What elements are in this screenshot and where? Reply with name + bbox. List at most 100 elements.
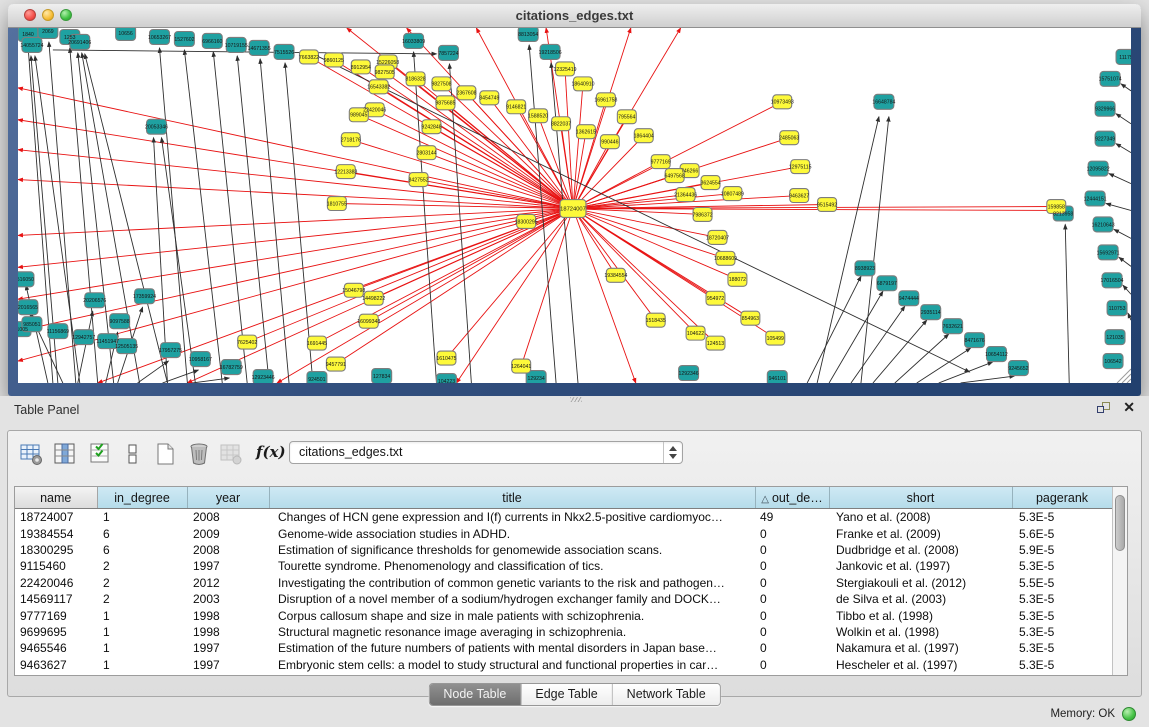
table-row[interactable]: 911546021997Tourette syndrome. Phenomeno… (15, 558, 1112, 574)
table-chooser-dropdown[interactable]: citations_edges.txt (289, 441, 683, 464)
black-edge[interactable] (159, 48, 187, 383)
graph-node-label: 9463627 (789, 193, 809, 199)
table-cell: 1 (97, 657, 187, 673)
black-edge[interactable] (1116, 114, 1131, 124)
show-columns-icon[interactable] (52, 441, 78, 467)
table-row[interactable]: 1938455462009Genome-wide association stu… (15, 525, 1112, 541)
table-row[interactable]: 946362711997Embryonic stem cells: a mode… (15, 657, 1112, 673)
black-edge[interactable] (551, 63, 578, 383)
graph-node-label: 19218506 (539, 50, 562, 56)
black-edge[interactable] (78, 311, 93, 383)
black-edge[interactable] (961, 376, 1015, 383)
table-cell: 1 (97, 624, 187, 640)
black-edge[interactable] (449, 64, 471, 383)
black-edge[interactable] (851, 306, 905, 383)
row-height-icon[interactable] (120, 441, 146, 467)
red-edge[interactable] (573, 208, 616, 275)
window-titlebar[interactable]: citations_edges.txt (8, 4, 1141, 28)
black-edge[interactable] (285, 63, 313, 383)
red-edge[interactable] (18, 208, 573, 267)
new-column-icon[interactable] (152, 441, 178, 467)
network-canvas[interactable]: 1840206912531405572420691406106561065326… (18, 28, 1131, 383)
memory-status-icon[interactable] (1122, 707, 1136, 721)
close-panel-icon[interactable]: ✕ (1123, 399, 1135, 416)
red-edge[interactable] (573, 208, 696, 333)
black-edge[interactable] (1065, 224, 1069, 383)
black-edge[interactable] (184, 50, 222, 383)
delete-table-icon[interactable] (218, 441, 244, 467)
table-row[interactable]: 969969511998Structural magnetic resonanc… (15, 624, 1112, 640)
table-cell: Disruption of a novel member of a sodium… (269, 591, 755, 607)
table-cell: Tourette syndrome. Phenomenology and cla… (269, 558, 755, 574)
red-edge[interactable] (573, 84, 583, 209)
table-cell: 0 (755, 558, 829, 574)
table-row[interactable]: 1872400712008Changes of HCN gene express… (15, 509, 1112, 526)
graph-node-label: 17359924 (133, 294, 156, 300)
delete-column-icon[interactable] (186, 441, 212, 467)
red-edge[interactable] (573, 208, 715, 343)
red-edge[interactable] (277, 208, 573, 383)
table-cell: Tibbo et al. (1998) (829, 607, 1012, 623)
network-window: citations_edges.txt 18402069125314055724… (8, 4, 1141, 396)
column-header-pagerank[interactable]: pagerank (1012, 487, 1112, 509)
red-edge[interactable] (573, 208, 1058, 210)
black-edge[interactable] (138, 361, 169, 383)
graph-node-label: 18720407 (706, 235, 729, 241)
function-builder-icon[interactable]: f(x) (256, 443, 286, 461)
graph-node-label: 989045 (350, 113, 367, 119)
red-edge[interactable] (573, 208, 636, 383)
canvas-resize-grip[interactable] (1117, 369, 1131, 383)
black-edge[interactable] (1114, 229, 1131, 238)
column-header-name[interactable]: name (15, 487, 97, 509)
citation-graph[interactable]: 1840206912531405572420691406106561065326… (18, 28, 1131, 383)
black-edge[interactable] (85, 54, 168, 383)
black-edge[interactable] (861, 117, 889, 383)
black-edge[interactable] (162, 370, 198, 383)
scrollbar-thumb[interactable] (1115, 495, 1125, 551)
graph-node-label: 9457791 (326, 362, 346, 368)
black-edge[interactable] (1128, 313, 1131, 320)
black-edge[interactable] (807, 276, 861, 383)
red-edge[interactable] (565, 69, 573, 209)
column-header-out_de[interactable]: △out_de… (755, 487, 829, 509)
black-edge[interactable] (895, 334, 949, 383)
red-edge[interactable] (317, 208, 573, 343)
black-edge[interactable] (817, 117, 879, 383)
black-edge[interactable] (1123, 285, 1131, 294)
red-edge[interactable] (337, 204, 573, 209)
table-row[interactable]: 1830029562008Estimation of significance … (15, 542, 1112, 558)
table-settings-icon[interactable] (18, 441, 44, 467)
black-edge[interactable] (1106, 204, 1131, 211)
black-edge[interactable] (192, 378, 229, 383)
column-header-title[interactable]: title (269, 487, 755, 509)
black-edge[interactable] (829, 291, 883, 383)
graph-node-label: 106542 (1104, 359, 1121, 365)
red-edge[interactable] (375, 110, 573, 209)
black-edge[interactable] (1116, 144, 1131, 153)
column-header-in_degree[interactable]: in_degree (97, 487, 187, 509)
dropdown-stepper-icon (663, 442, 682, 463)
column-checkmarks-icon[interactable] (88, 441, 114, 467)
panel-divider-grip[interactable] (570, 397, 582, 402)
table-cell: 2008 (187, 542, 269, 558)
red-edge[interactable] (336, 208, 573, 364)
float-panel-icon[interactable] (1097, 402, 1111, 415)
red-edge[interactable] (432, 127, 573, 209)
column-header-short[interactable]: short (829, 487, 1012, 509)
vertical-scrollbar[interactable] (1112, 487, 1127, 675)
red-edge[interactable] (573, 208, 656, 320)
table-row[interactable]: 2242004622012Investigating the contribut… (15, 575, 1112, 591)
black-edge[interactable] (1119, 257, 1131, 266)
table-row[interactable]: 1456911722003Disruption of a novel membe… (15, 591, 1112, 607)
red-citation-edges[interactable] (18, 28, 1058, 383)
red-edge[interactable] (573, 195, 686, 209)
table-row[interactable]: 946554611997Estimation of the future num… (15, 640, 1112, 656)
black-edge[interactable] (917, 348, 971, 383)
table-row[interactable]: 977716911998Corpus callosum shape and si… (15, 607, 1112, 623)
black-edge[interactable] (1121, 84, 1131, 91)
column-header-year[interactable]: year (187, 487, 269, 509)
red-edge[interactable] (427, 153, 573, 209)
black-edge[interactable] (1109, 174, 1131, 184)
red-edge[interactable] (446, 208, 573, 358)
table-cell: 5.3E-5 (1012, 509, 1112, 526)
